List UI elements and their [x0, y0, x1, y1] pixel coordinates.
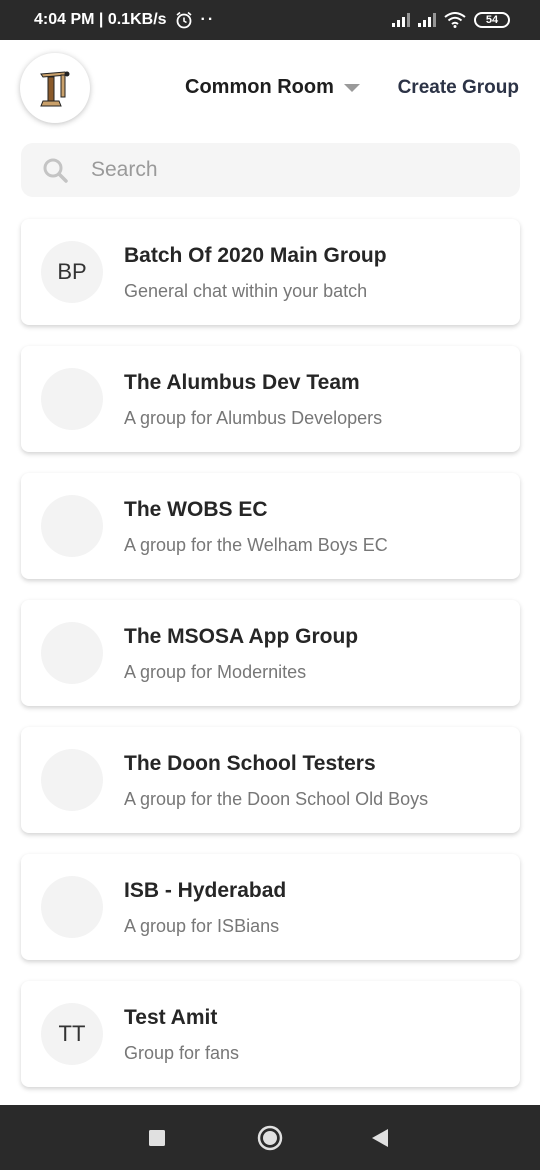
- more-notifications-icon: ··: [200, 11, 216, 28]
- search-bar[interactable]: [21, 143, 520, 197]
- room-label: Common Room: [185, 76, 334, 98]
- create-group-button[interactable]: Create Group: [398, 77, 519, 99]
- logo-icon: [40, 71, 70, 107]
- group-card[interactable]: The Doon School Testers A group for the …: [21, 727, 520, 833]
- recents-square-icon[interactable]: [148, 1129, 166, 1147]
- group-title: The MSOSA App Group: [124, 625, 359, 648]
- group-subtitle: A group for ISBians: [124, 916, 280, 936]
- group-subtitle: Group for fans: [124, 1043, 240, 1063]
- avatar: TT: [41, 1003, 103, 1065]
- app-logo[interactable]: [20, 53, 90, 123]
- group-card[interactable]: The MSOSA App Group A group for Modernit…: [21, 600, 520, 706]
- group-title: ISB - Hyderabad: [124, 879, 287, 902]
- group-card[interactable]: The Alumbus Dev Team A group for Alumbus…: [21, 346, 520, 452]
- signal-icon: [418, 13, 436, 27]
- signal-icon: [392, 13, 410, 27]
- avatar: [41, 495, 103, 557]
- avatar: [41, 876, 103, 938]
- status-bar: 4:04 PM | 0.1KB/s ·· 54: [0, 0, 540, 40]
- room-selector[interactable]: Common Room: [185, 76, 360, 99]
- back-triangle-icon[interactable]: [371, 1128, 389, 1148]
- group-title: The Alumbus Dev Team: [124, 371, 360, 394]
- group-card[interactable]: BP Batch Of 2020 Main Group General chat…: [21, 219, 520, 325]
- search-input[interactable]: [91, 158, 471, 182]
- chevron-down-icon: [343, 83, 360, 92]
- group-subtitle: General chat within your batch: [124, 281, 368, 301]
- search-icon: [43, 158, 68, 183]
- group-subtitle: A group for the Welham Boys EC: [124, 535, 388, 555]
- group-subtitle: A group for the Doon School Old Boys: [124, 789, 429, 809]
- group-subtitle: A group for Modernites: [124, 662, 307, 682]
- group-title: The Doon School Testers: [124, 752, 376, 775]
- avatar: [41, 749, 103, 811]
- battery-level: 54: [485, 14, 499, 26]
- avatar: BP: [41, 241, 103, 303]
- group-subtitle: A group for Alumbus Developers: [124, 408, 383, 428]
- avatar: [41, 368, 103, 430]
- alarm-icon: [176, 11, 192, 29]
- group-card[interactable]: TT Test Amit Group for fans: [21, 981, 520, 1087]
- group-title: Batch Of 2020 Main Group: [124, 244, 387, 267]
- wifi-icon: [444, 12, 466, 28]
- avatar: [41, 622, 103, 684]
- battery-icon: 54: [474, 12, 510, 28]
- group-title: Test Amit: [124, 1006, 218, 1029]
- status-time: 4:04 PM | 0.1KB/s: [34, 11, 167, 28]
- group-list: BP Batch Of 2020 Main Group General chat…: [21, 219, 520, 1108]
- group-card[interactable]: The WOBS EC A group for the Welham Boys …: [21, 473, 520, 579]
- system-nav-bar: [0, 1105, 540, 1170]
- group-card[interactable]: ISB - Hyderabad A group for ISBians: [21, 854, 520, 960]
- header: Common Room Create Group: [0, 40, 540, 140]
- home-circle-icon[interactable]: [257, 1125, 283, 1151]
- group-title: The WOBS EC: [124, 498, 268, 521]
